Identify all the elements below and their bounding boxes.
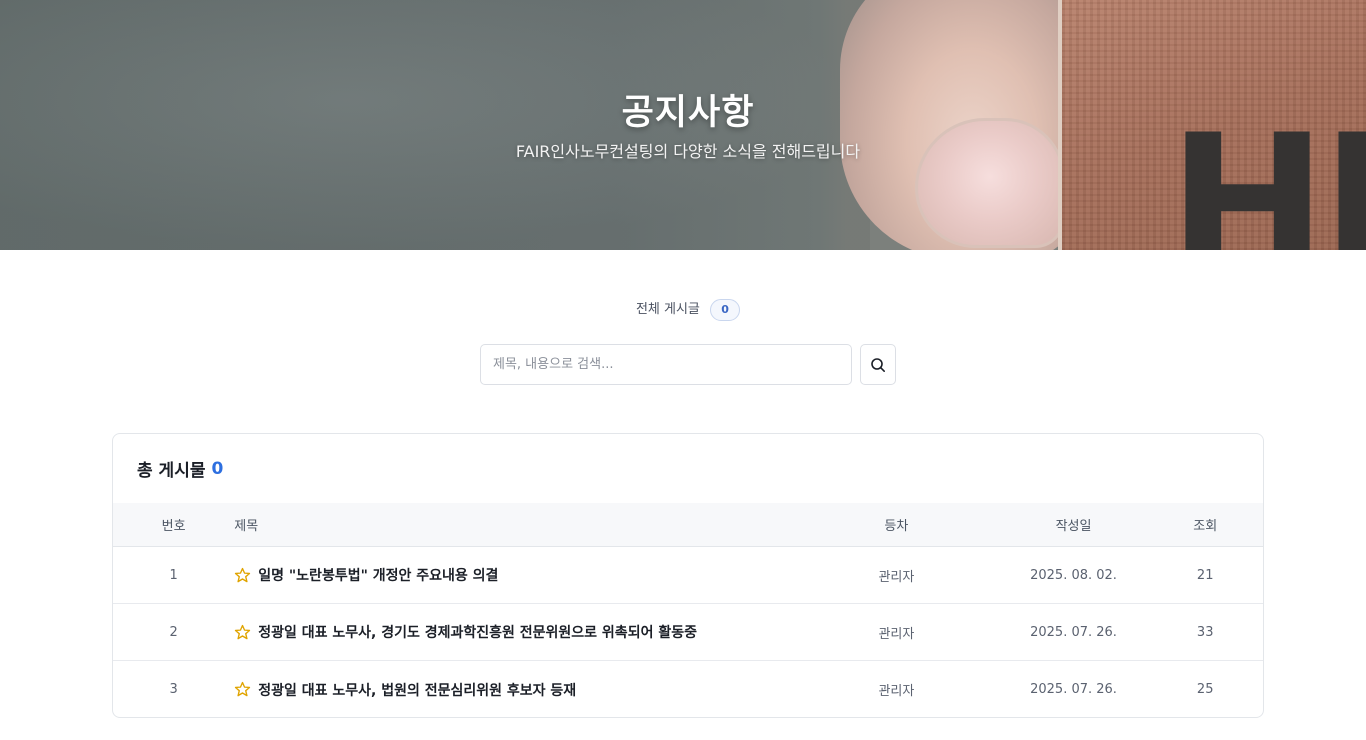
row-title-cell: 정광일 대표 노무사, 법원의 전문심리위원 후보자 등재 — [234, 680, 793, 700]
row-author: 관리자 — [878, 626, 915, 642]
row-title-cell: 일명 "노란봉투법" 개정안 주요내용 의결 — [234, 565, 793, 585]
row-title-link[interactable]: 일명 "노란봉투법" 개정안 주요내용 의결 — [258, 565, 498, 585]
search-button[interactable] — [860, 344, 896, 385]
table-row[interactable]: 2 정광일 대표 노무사, 경기도 경제과학진흥원 전문위원으로 위촉되어 활동… — [113, 604, 1263, 661]
star-outline-icon — [235, 681, 251, 697]
notice-board: 총 게시물 0 번호 제목 등차 작성일 조회 1 일명 "노란봉투법" 개정안… — [112, 433, 1264, 718]
hero-banner: HR 공지사항 FAIR인사노무컨설팅의 다양한 소식을 전해드립니다 — [0, 0, 1366, 250]
row-number: 1 — [169, 567, 178, 583]
search-input[interactable] — [480, 344, 852, 385]
post-count-summary: 전체 게시글 0 — [0, 298, 1366, 321]
search-icon — [871, 357, 885, 372]
column-header-author: 등차 — [884, 519, 909, 534]
row-title-cell: 정광일 대표 노무사, 경기도 경제과학진흥원 전문위원으로 위촉되어 활동중 — [234, 622, 793, 642]
row-title-link[interactable]: 정광일 대표 노무사, 경기도 경제과학진흥원 전문위원으로 위촉되어 활동중 — [258, 622, 697, 642]
row-date: 2025. 08. 02. — [1030, 567, 1117, 583]
column-header-title: 제목 — [234, 519, 259, 534]
board-total-count: 0 — [211, 458, 224, 479]
column-header-no: 번호 — [161, 519, 186, 534]
row-date: 2025. 07. 26. — [1030, 624, 1117, 640]
table-row[interactable]: 1 일명 "노란봉투법" 개정안 주요내용 의결 관리자 2025. 08. 0… — [113, 547, 1263, 604]
page-subtitle: FAIR인사노무컨설팅의 다양한 소식을 전해드립니다 — [515, 142, 861, 161]
row-views: 25 — [1196, 682, 1214, 697]
row-date: 2025. 07. 26. — [1030, 682, 1117, 697]
table-row[interactable]: 3 정광일 대표 노무사, 법원의 전문심리위원 후보자 등재 관리자 2025… — [113, 661, 1263, 717]
row-views: 21 — [1196, 567, 1214, 583]
page-title: 공지사항 — [621, 93, 755, 133]
column-header-views: 조회 — [1193, 519, 1218, 534]
row-views: 33 — [1196, 624, 1214, 640]
post-count-label: 전체 게시글 — [635, 302, 700, 317]
board-heading-label: 총 게시물 — [137, 461, 206, 481]
row-number: 3 — [169, 682, 178, 697]
board-heading: 총 게시물 0 — [113, 434, 1263, 503]
star-outline-icon — [235, 567, 251, 582]
row-title-link[interactable]: 정광일 대표 노무사, 법원의 전문심리위원 후보자 등재 — [258, 680, 576, 700]
row-number: 2 — [169, 624, 178, 640]
post-count-badge: 0 — [710, 298, 741, 321]
star-outline-icon — [235, 624, 251, 639]
row-author: 관리자 — [878, 569, 915, 585]
column-header-date: 작성일 — [1055, 519, 1092, 534]
row-author: 관리자 — [878, 684, 915, 699]
table-header: 번호 제목 등차 작성일 조회 — [113, 503, 1263, 547]
